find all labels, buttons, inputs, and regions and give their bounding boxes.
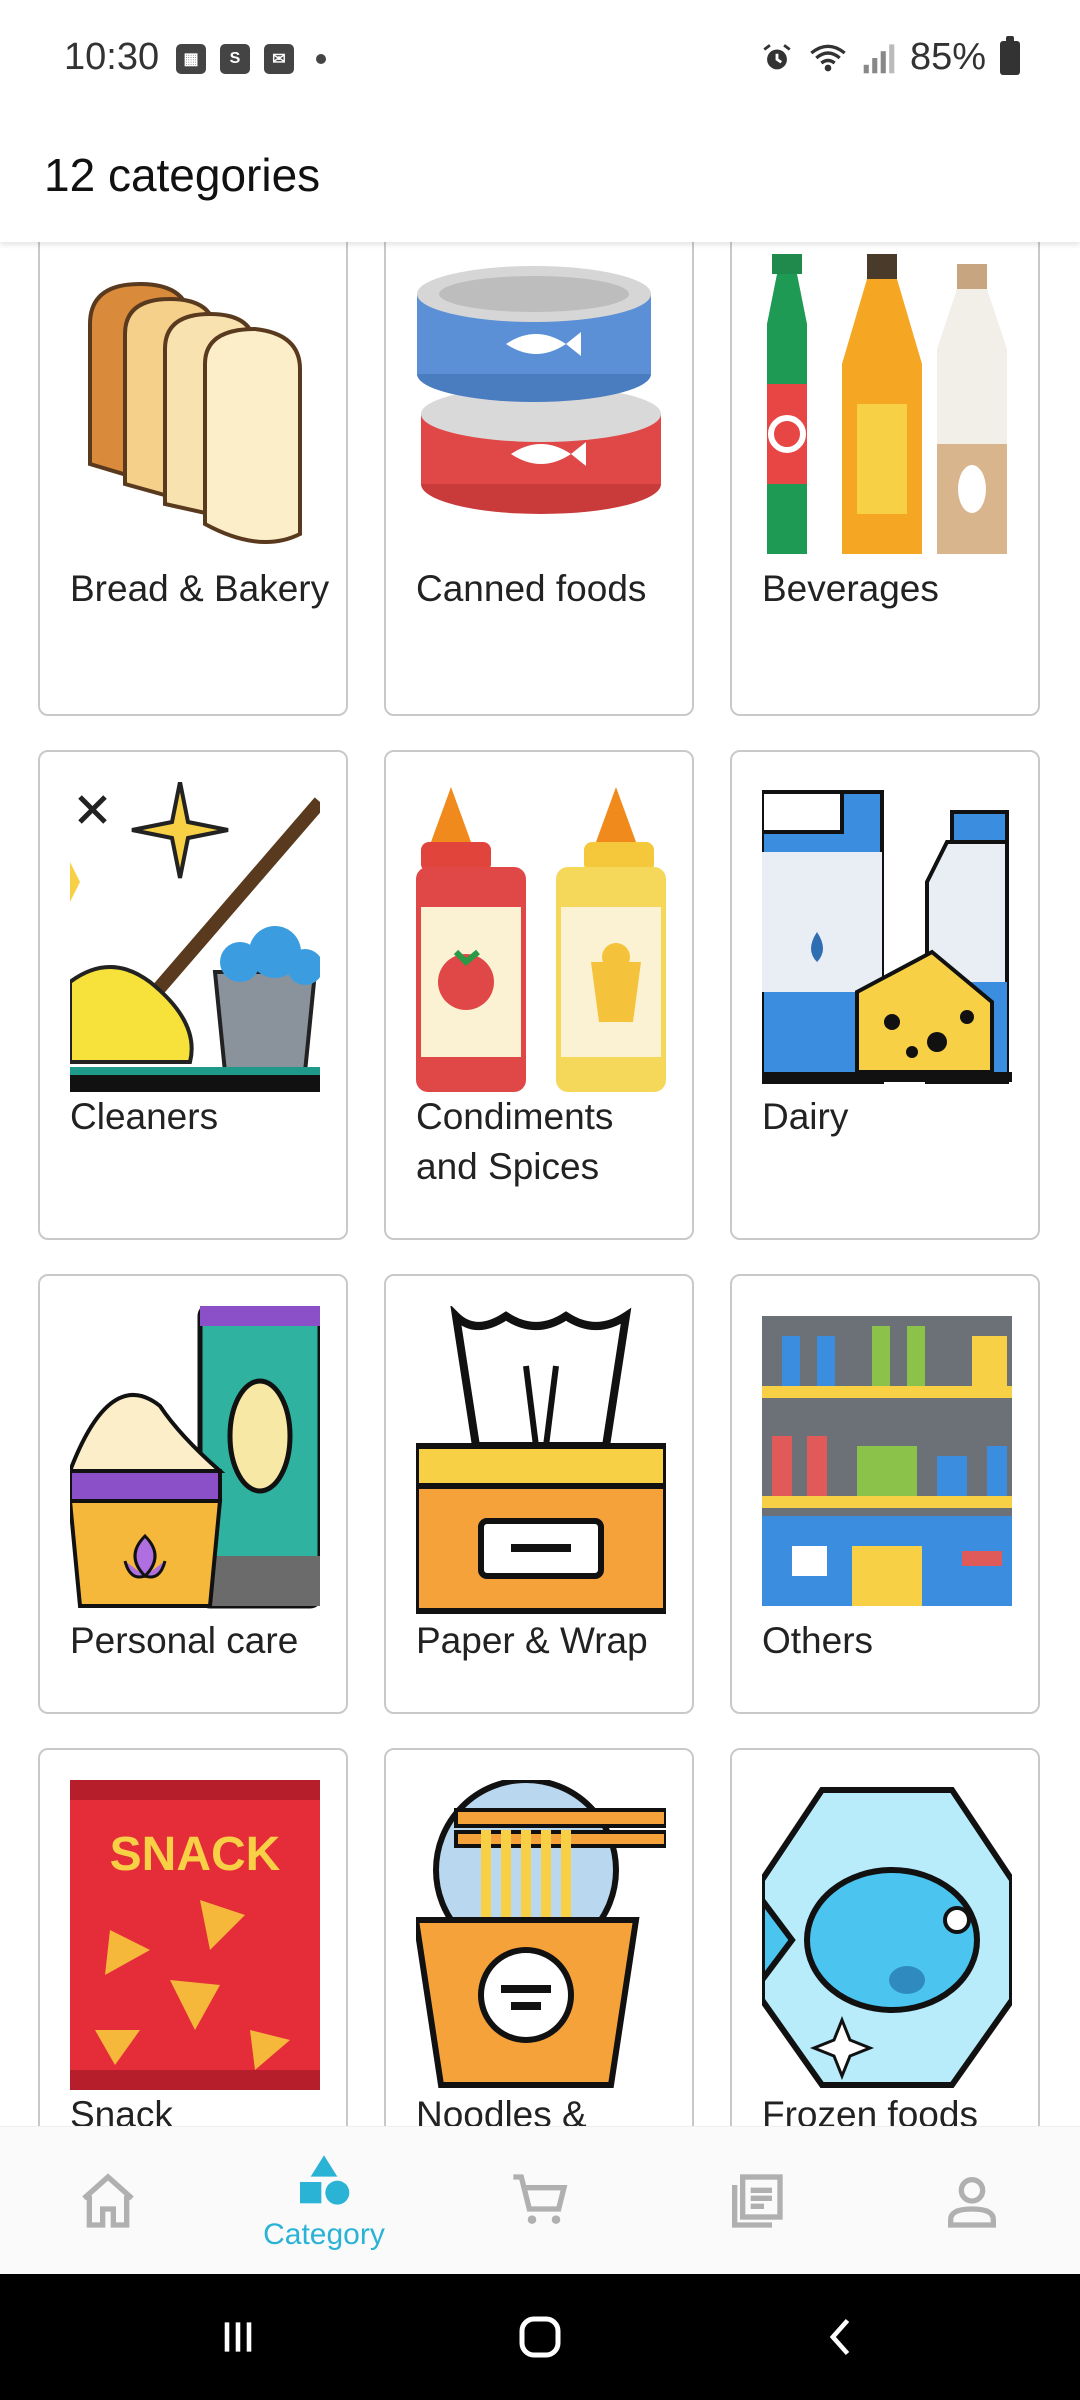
status-right: 85% (760, 35, 1020, 79)
system-navigation-bar (0, 2274, 1080, 2400)
frozen-fish-icon (762, 1787, 1012, 2088)
home-icon (82, 2173, 134, 2228)
cleaning-mop-icon (70, 782, 320, 1092)
category-card-cleaners[interactable]: Cleaners (38, 750, 348, 1240)
category-grid: Bread & Bakery Canned foods Beverages Cl… (0, 242, 1080, 2126)
category-card-personal-care[interactable]: Personal care (38, 1274, 348, 1714)
nav-category-label: Category (263, 2218, 385, 2251)
category-label: Snack (70, 2094, 173, 2126)
category-card-frozen-foods[interactable]: Frozen foods (730, 1748, 1040, 2126)
category-label: Dairy (762, 1096, 849, 1137)
category-label: Others (762, 1620, 874, 1661)
category-label: Frozen foods (762, 2094, 978, 2126)
account-icon (948, 2177, 996, 2228)
milk-cheese-icon (762, 790, 1012, 1084)
category-label: Noodles & (416, 2094, 587, 2126)
cream-tube-icon (70, 1306, 320, 1609)
home-circle-icon (519, 2316, 561, 2358)
category-card-canned-foods[interactable]: Canned foods (384, 242, 694, 716)
noodle-cup-icon (416, 1780, 666, 2088)
more-notifications-icon (316, 54, 326, 64)
category-grid-viewport[interactable]: Bread & Bakery Canned foods Beverages Cl… (0, 242, 1080, 2126)
sauce-bottles-icon (416, 787, 666, 1092)
recent-apps-icon (224, 2322, 252, 2352)
app-header: 12 categories (0, 118, 1080, 242)
notification-icons: ▦ S ✉ (176, 44, 326, 74)
nav-category[interactable]: Category (216, 2127, 432, 2275)
canned-food-icon (417, 266, 661, 514)
category-label: Bread & Bakery (70, 568, 330, 609)
store-shelf-icon (762, 1316, 1012, 1606)
category-card-noodles[interactable]: Noodles & (384, 1748, 694, 2126)
home-button[interactable] (500, 2302, 580, 2372)
snack-bag-icon: SNACK (70, 1780, 320, 2090)
category-card-beverages[interactable]: Beverages (730, 242, 1040, 716)
nav-orders[interactable] (648, 2127, 864, 2275)
wifi-icon (810, 44, 846, 71)
battery-icon (1000, 35, 1020, 75)
back-button[interactable] (802, 2302, 882, 2372)
tissue-box-icon (416, 1306, 666, 1614)
cart-icon (513, 2174, 568, 2224)
category-label: Beverages (762, 568, 939, 609)
category-card-condiments-spices[interactable]: Condiments and Spices (384, 750, 694, 1240)
category-card-paper-wrap[interactable]: Paper & Wrap (384, 1274, 694, 1714)
nav-cart[interactable] (432, 2127, 648, 2275)
page-title: 12 categories (44, 149, 321, 201)
bread-icon (88, 281, 302, 544)
shop-icon: S (220, 44, 250, 74)
recent-apps-button[interactable] (198, 2302, 278, 2372)
category-icon (300, 2155, 350, 2205)
alarm-icon (763, 43, 791, 69)
status-bar: 10:30 ▦ S ✉ 85% (0, 0, 1080, 118)
category-card-others[interactable]: Others (730, 1274, 1040, 1714)
category-label: Condiments and Spices (416, 1096, 614, 1187)
signal-icon (863, 43, 895, 73)
category-label: Paper & Wrap (416, 1620, 648, 1661)
mail-icon: ✉ (264, 44, 294, 74)
bottom-navigation: Category (0, 2126, 1080, 2275)
status-time: 10:30 (64, 36, 160, 78)
snack-bag-text: SNACK (110, 1828, 281, 1881)
nav-account[interactable] (864, 2127, 1080, 2275)
back-icon (829, 2318, 850, 2356)
orders-icon (732, 2174, 783, 2228)
category-label: Canned foods (416, 568, 647, 609)
category-card-dairy[interactable]: Dairy (730, 750, 1040, 1240)
bottles-icon (767, 254, 1007, 554)
category-card-snack[interactable]: SNACK Snack (38, 1748, 348, 2126)
nav-home[interactable] (0, 2127, 216, 2275)
battery-percent: 85% (909, 36, 986, 78)
calendar-icon: ▦ (176, 44, 206, 74)
category-label: Personal care (70, 1620, 299, 1661)
category-card-bread-bakery[interactable]: Bread & Bakery (38, 242, 348, 716)
category-label: Cleaners (70, 1096, 219, 1137)
